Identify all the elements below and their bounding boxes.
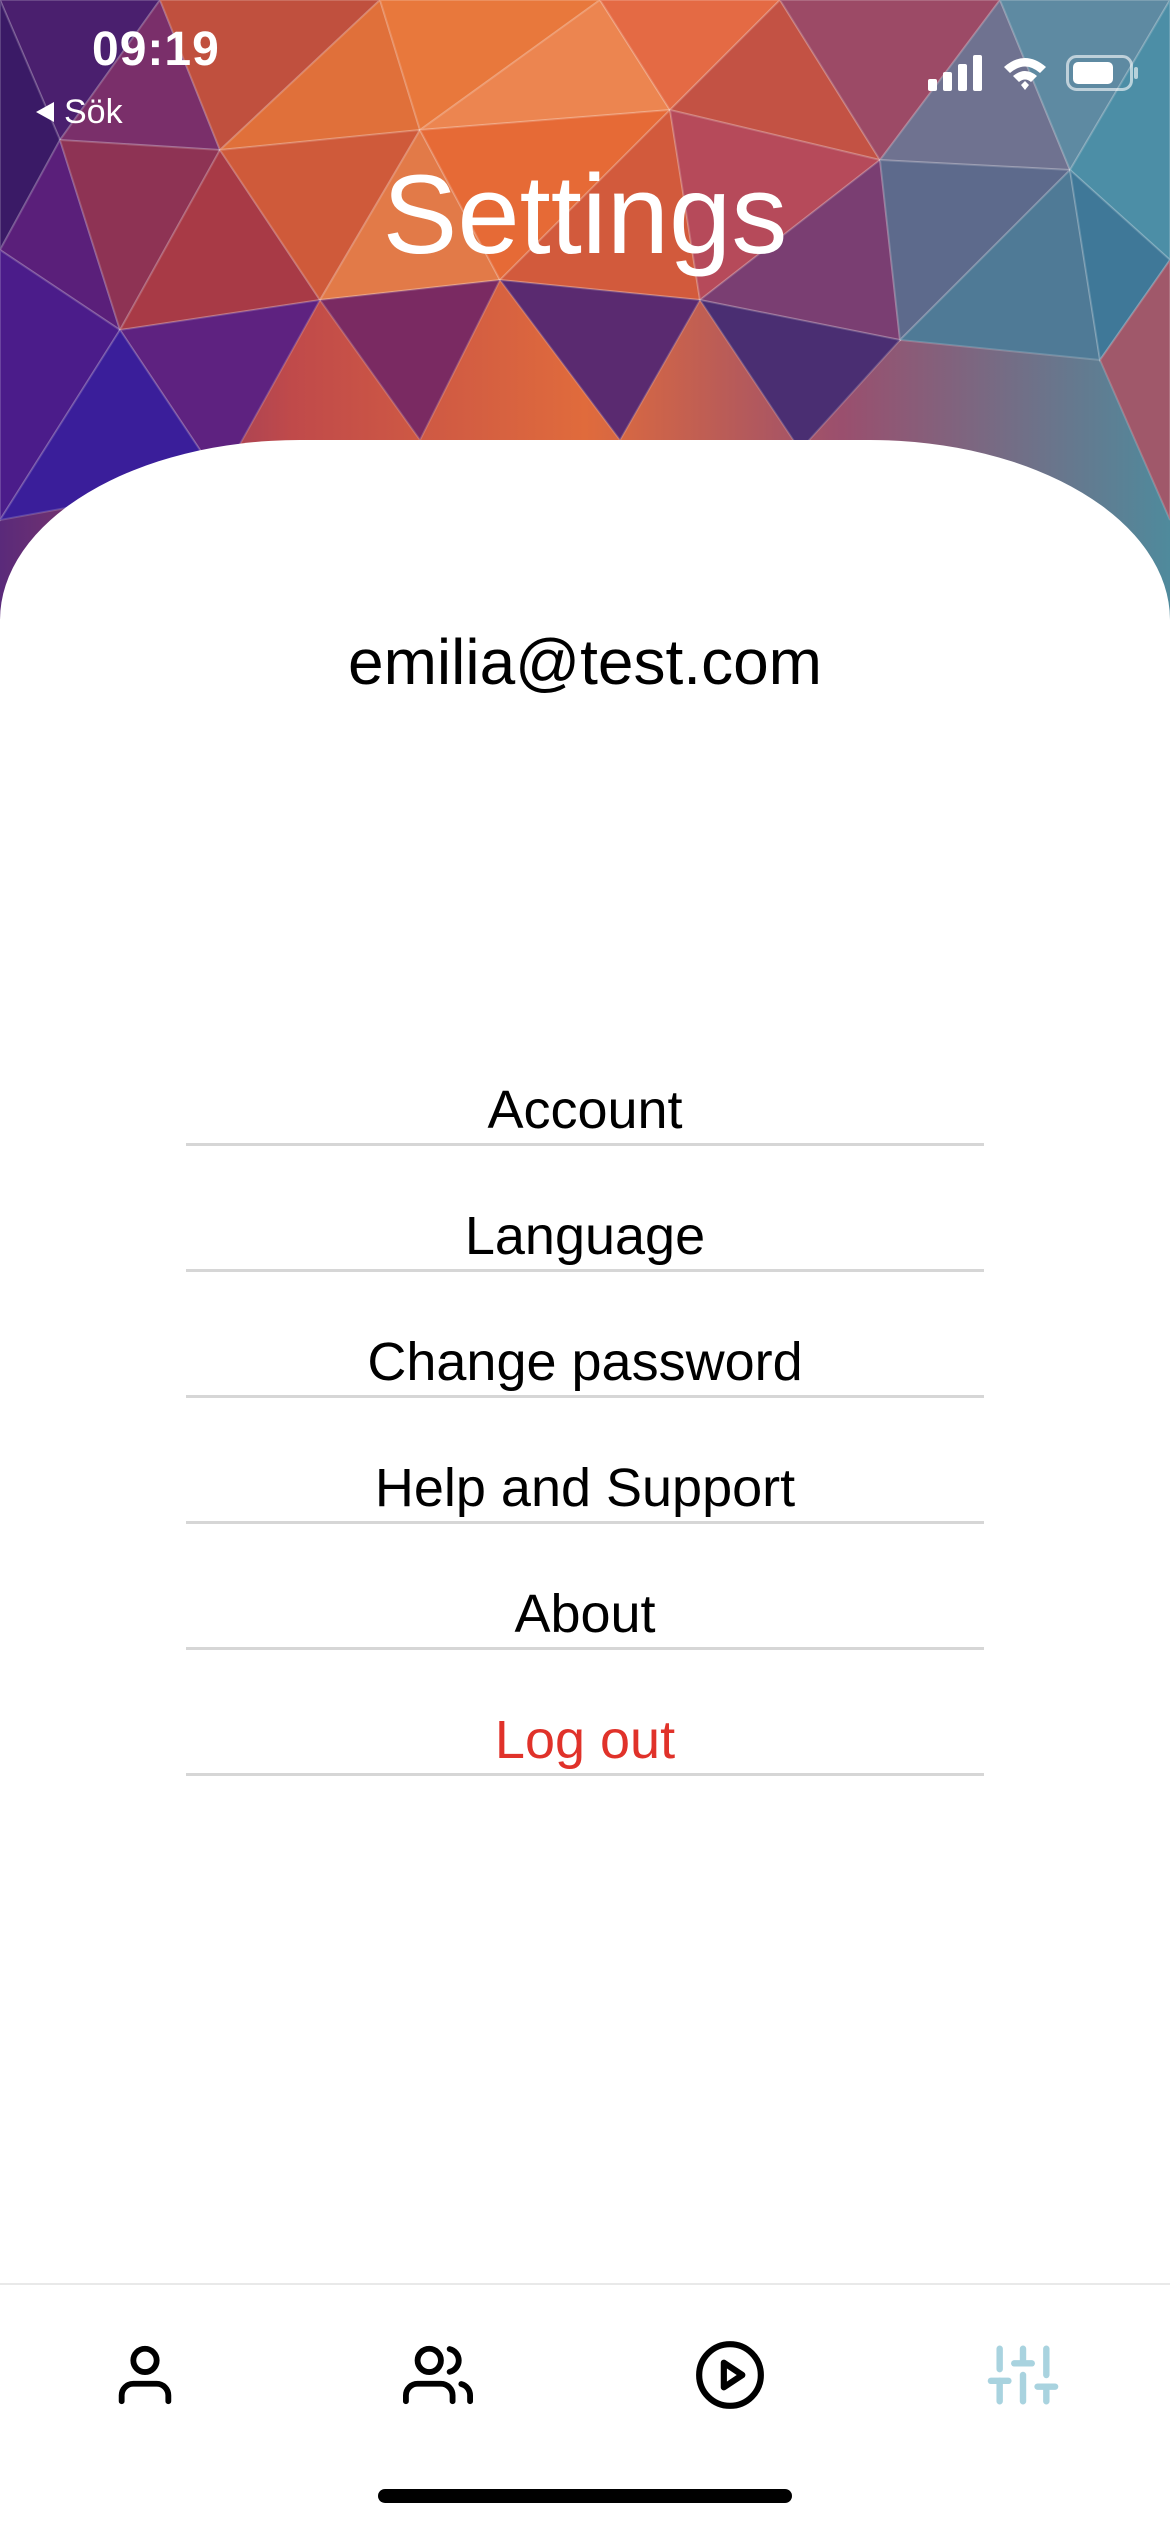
cellular-signal-icon — [928, 55, 982, 91]
people-icon — [402, 2345, 474, 2405]
page-title: Settings — [382, 152, 788, 277]
tab-friends[interactable] — [383, 2320, 493, 2430]
person-icon — [118, 2345, 172, 2405]
menu-item-language[interactable]: Language — [186, 1146, 984, 1272]
sliders-icon — [987, 2345, 1059, 2405]
status-icons — [928, 55, 1140, 91]
tab-settings[interactable] — [968, 2320, 1078, 2430]
back-to-search-link[interactable]: Sök — [36, 92, 123, 132]
back-label: Sök — [64, 92, 123, 131]
menu-item-account[interactable]: Account — [186, 1020, 984, 1146]
menu-item-log-out[interactable]: Log out — [186, 1650, 984, 1776]
wifi-icon — [1004, 58, 1046, 90]
tab-play[interactable] — [675, 2320, 785, 2430]
account-email: emilia@test.com — [348, 626, 822, 698]
status-time: 09:19 — [92, 23, 220, 76]
back-arrow-icon — [36, 102, 54, 122]
settings-menu: Account Language Change password Help an… — [186, 1020, 984, 1776]
tab-profile[interactable] — [90, 2320, 200, 2430]
home-indicator — [378, 2489, 792, 2503]
menu-item-change-password[interactable]: Change password — [186, 1272, 984, 1398]
menu-item-about[interactable]: About — [186, 1524, 984, 1650]
play-circle-icon — [696, 2341, 764, 2409]
battery-icon — [1066, 55, 1138, 91]
menu-item-help-and-support[interactable]: Help and Support — [186, 1398, 984, 1524]
